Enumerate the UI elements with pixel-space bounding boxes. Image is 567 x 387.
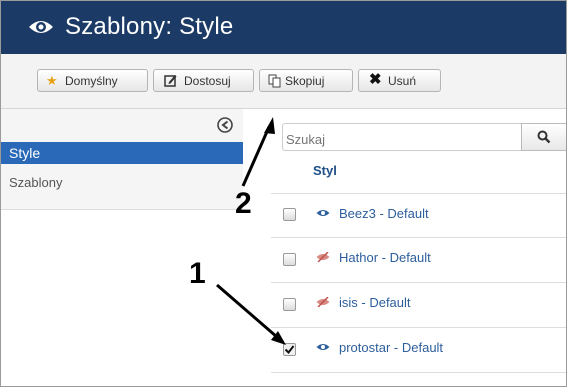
app-frame: Szablony: Style ★ Domyślny Dostosuj Skop… bbox=[0, 0, 567, 387]
arrow-line-2 bbox=[241, 126, 271, 187]
annotation-arrows bbox=[216, 117, 286, 345]
arrowhead-2 bbox=[264, 117, 275, 134]
arrow-line-1 bbox=[216, 283, 278, 339]
annotation-label-2: 2 bbox=[235, 187, 252, 220]
annotation-label-1: 1 bbox=[189, 257, 206, 290]
